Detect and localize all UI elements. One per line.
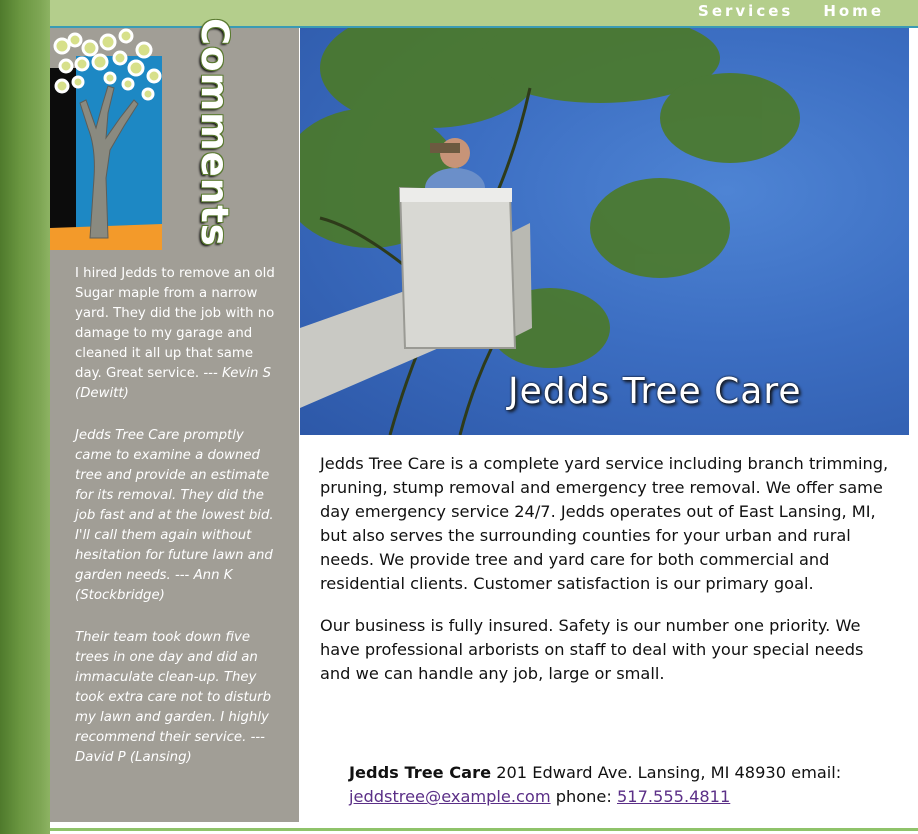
testimonial-3: Their team took down five trees in one d… xyxy=(75,628,280,768)
comments-heading: Comments xyxy=(193,18,236,247)
comments-sidebar: Comments I hired Jedds to remove an old … xyxy=(50,18,299,822)
tree-logo: Comments xyxy=(50,18,299,250)
phone-label: phone: xyxy=(550,787,617,806)
nav-link-home[interactable]: Home xyxy=(823,1,884,21)
contact-company: Jedds Tree Care xyxy=(349,763,492,782)
safety-paragraph: Our business is fully insured. Safety is… xyxy=(320,616,864,683)
tree-logo-icon xyxy=(50,28,162,250)
contact-info: Jedds Tree Care 201 Edward Ave. Lansing,… xyxy=(349,761,909,809)
intro-paragraph: Jedds Tree Care is a complete yard servi… xyxy=(320,454,889,593)
hero-banner: Jedds Tree Care xyxy=(300,28,909,435)
hero-title: Jedds Tree Care xyxy=(508,371,802,412)
nav-link-services[interactable]: Services xyxy=(698,1,793,21)
top-nav-bar: Services Home xyxy=(50,0,918,28)
contact-address: 201 Edward Ave. Lansing, MI 48930 email: xyxy=(491,763,842,782)
email-link[interactable]: jeddstree@example.com xyxy=(349,787,551,806)
testimonial-1: I hired Jedds to remove an old Sugar map… xyxy=(75,264,280,404)
main-nav: Services Home xyxy=(698,1,884,21)
testimonial-2: Jedds Tree Care promptly came to examine… xyxy=(75,426,280,606)
phone-link[interactable]: 517.555.4811 xyxy=(617,787,730,806)
testimonial-text: I hired Jedds to remove an old Sugar map… xyxy=(75,266,275,381)
main-content: Jedds Tree Care is a complete yard servi… xyxy=(320,452,890,704)
testimonials-list: I hired Jedds to remove an old Sugar map… xyxy=(75,264,280,790)
testimonial-text: Their team took down five trees in one d… xyxy=(75,630,272,745)
bottom-divider xyxy=(50,828,918,831)
testimonial-text: Jedds Tree Care promptly came to examine… xyxy=(75,428,274,583)
